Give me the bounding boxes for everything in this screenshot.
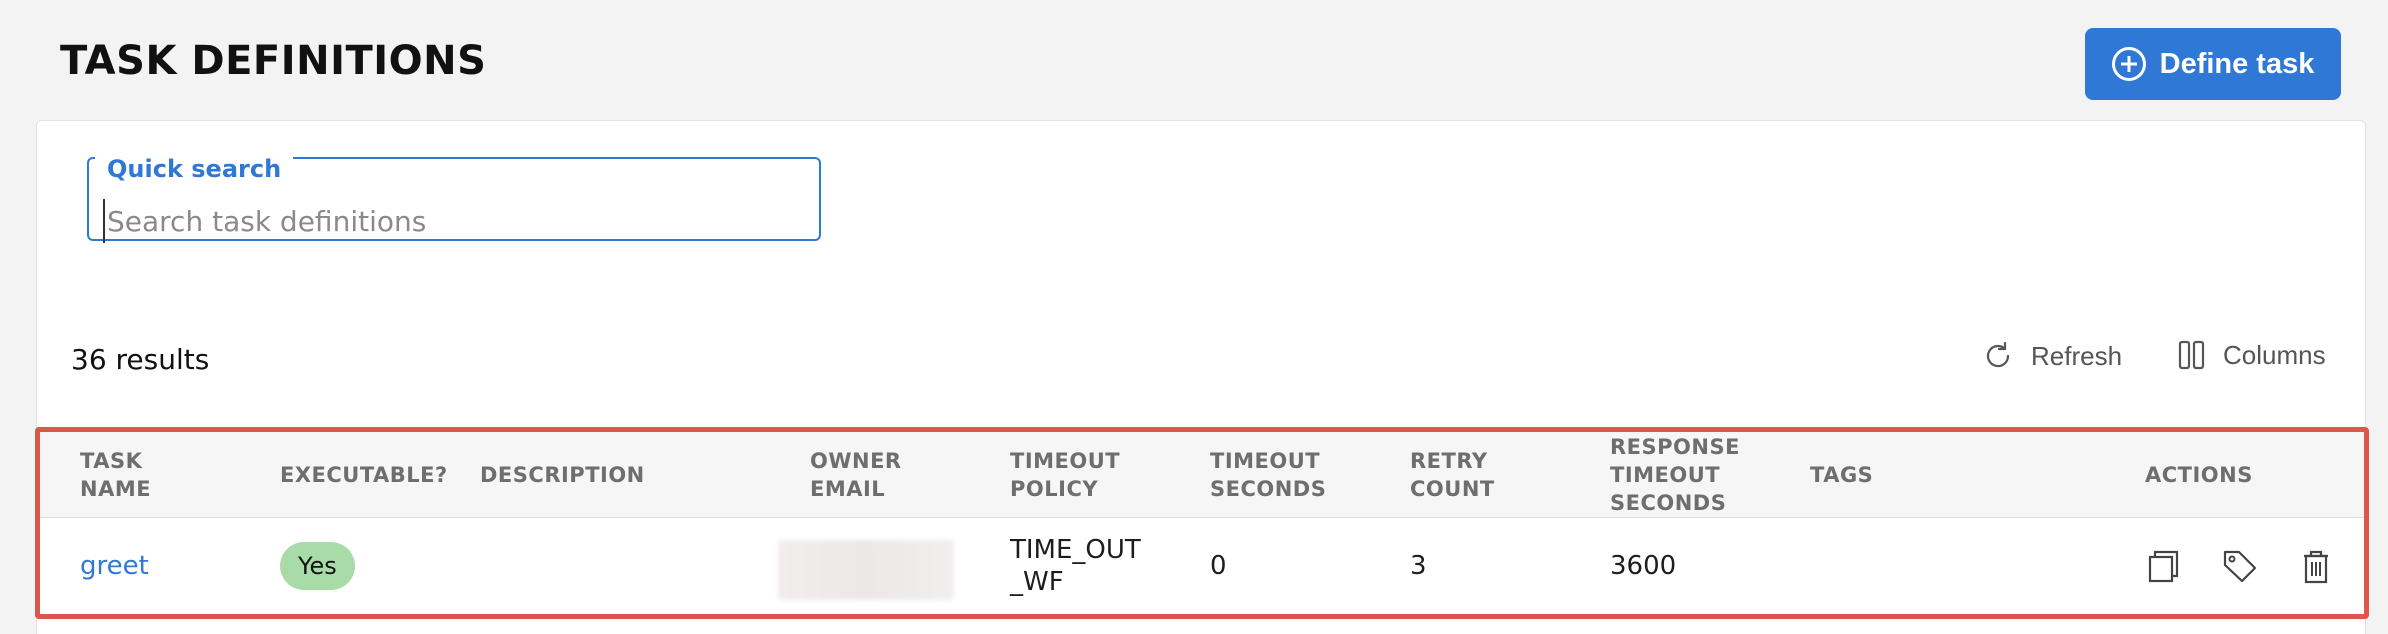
define-task-label: Define task bbox=[2159, 47, 2315, 80]
results-count: 36 results bbox=[71, 343, 210, 376]
column-header-executable[interactable]: EXECUTABLE? bbox=[280, 432, 448, 518]
table-header: TASK NAME EXECUTABLE? DESCRIPTION OWNER … bbox=[40, 432, 2364, 518]
search-legend: Quick search bbox=[95, 155, 294, 183]
refresh-label: Refresh bbox=[2031, 340, 2123, 371]
refresh-icon bbox=[1986, 341, 2010, 368]
column-header-response-timeout-seconds[interactable]: RESPONSE TIMEOUT SECONDS bbox=[1610, 432, 1740, 518]
table-row: greet Yes TIME_OUT _WF 0 3 3600 bbox=[40, 518, 2364, 614]
task-name-link[interactable]: greet bbox=[80, 550, 149, 582]
column-header-timeout-policy[interactable]: TIMEOUT POLICY bbox=[1010, 432, 1120, 518]
clone-button[interactable] bbox=[2144, 546, 2184, 586]
columns-label: Columns bbox=[2223, 339, 2326, 370]
column-header-owner-email[interactable]: OWNER EMAIL bbox=[810, 432, 902, 518]
timeout-seconds-cell: 0 bbox=[1210, 551, 1227, 581]
column-header-retry-count[interactable]: RETRY COUNT bbox=[1410, 432, 1495, 518]
task-table: TASK NAME EXECUTABLE? DESCRIPTION OWNER … bbox=[35, 427, 2369, 619]
task-definitions-card: Quick search 36 results Refresh Columns … bbox=[35, 120, 2369, 634]
tag-button[interactable] bbox=[2220, 546, 2260, 586]
column-header-actions: ACTIONS bbox=[2145, 463, 2253, 487]
response-timeout-seconds-cell: 3600 bbox=[1610, 551, 1677, 581]
columns-button[interactable]: Columns bbox=[2177, 339, 2326, 371]
search-input[interactable] bbox=[103, 199, 803, 243]
delete-button[interactable] bbox=[2296, 546, 2336, 586]
plus-circle-icon bbox=[2111, 47, 2146, 81]
clone-icon bbox=[2148, 550, 2179, 583]
refresh-button[interactable]: Refresh bbox=[1981, 339, 2122, 373]
column-header-description[interactable]: DESCRIPTION bbox=[480, 432, 645, 518]
column-header-tags[interactable]: TAGS bbox=[1810, 432, 1873, 518]
columns-icon bbox=[2178, 340, 2205, 370]
trash-icon bbox=[2304, 550, 2328, 584]
tag-icon bbox=[2223, 550, 2257, 583]
column-header-timeout-seconds[interactable]: TIMEOUT SECONDS bbox=[1210, 432, 1326, 518]
page-title: TASK DEFINITIONS bbox=[60, 38, 487, 84]
executable-badge: Yes bbox=[280, 542, 355, 590]
owner-email-redacted bbox=[778, 540, 954, 600]
define-task-button[interactable]: Define task bbox=[2085, 28, 2341, 100]
retry-count-cell: 3 bbox=[1410, 551, 1427, 581]
timeout-policy-cell: TIME_OUT _WF bbox=[1010, 535, 1141, 597]
column-header-task-name[interactable]: TASK NAME bbox=[80, 432, 151, 518]
